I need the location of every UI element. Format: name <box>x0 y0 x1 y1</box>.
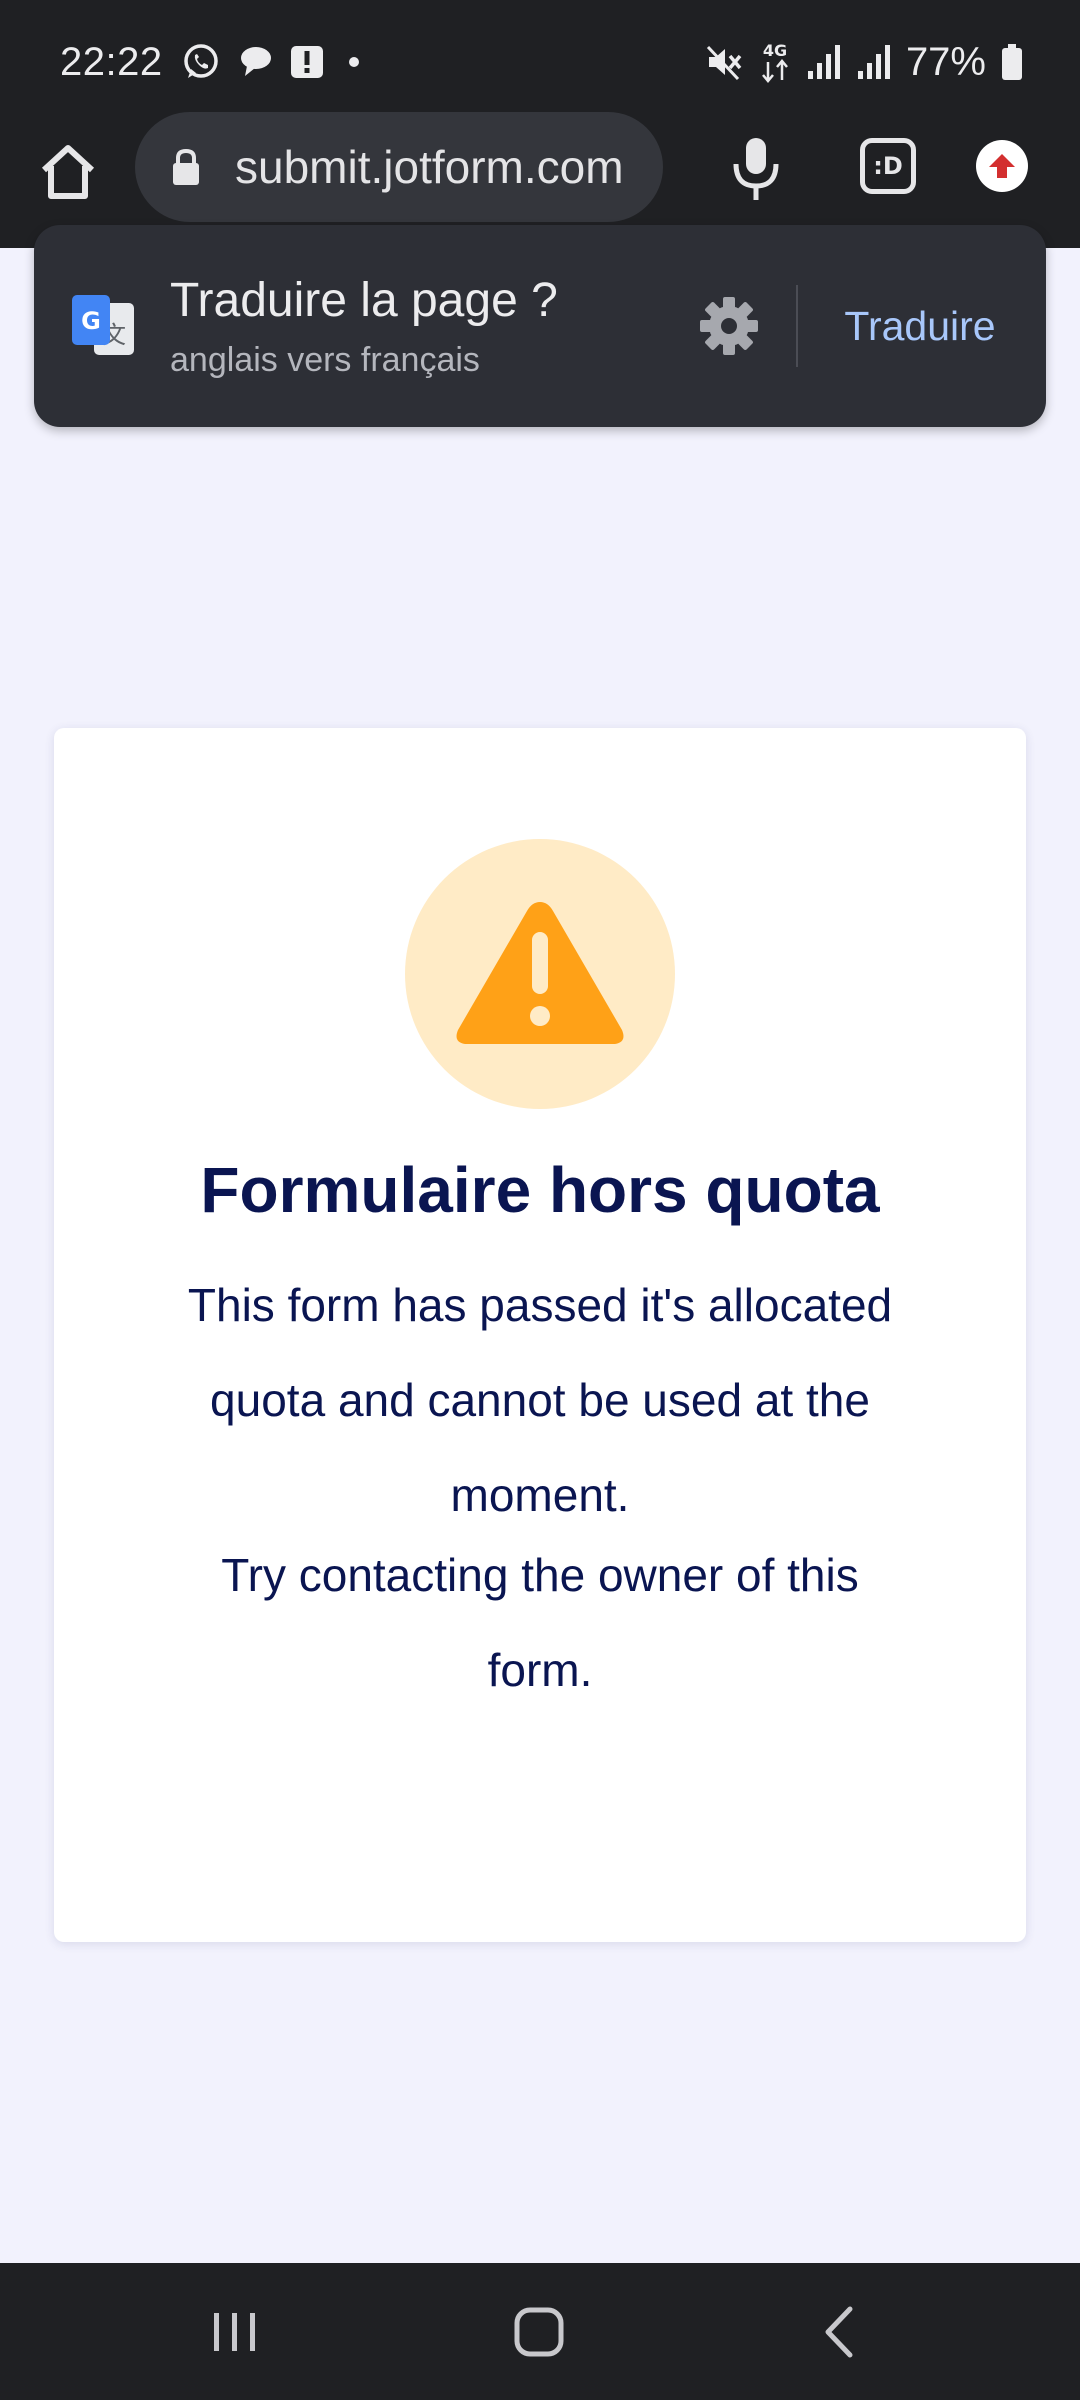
recent-apps-button[interactable] <box>200 2297 270 2367</box>
battery-icon <box>1000 42 1024 82</box>
chat-bubble-icon <box>235 42 275 82</box>
alert-icon <box>289 44 325 80</box>
translate-settings-button[interactable] <box>698 295 760 357</box>
signal-icon <box>856 43 892 81</box>
network-4g-icon: 4G <box>758 40 792 84</box>
update-arrow-icon <box>989 154 1015 178</box>
translate-title: Traduire la page ? <box>170 274 558 327</box>
status-time: 22:22 <box>60 39 163 84</box>
home-button[interactable] <box>36 140 100 204</box>
lock-icon <box>173 148 199 185</box>
back-icon <box>825 2306 853 2358</box>
status-left-group: 22:22 <box>60 34 369 90</box>
warning-badge <box>405 839 675 1109</box>
home-icon <box>41 145 95 199</box>
microphone-icon <box>733 138 779 200</box>
status-bar: 22:22 4G 77% <box>0 0 1080 112</box>
signal-icon <box>806 43 842 81</box>
url-text: submit.jotform.com <box>235 141 624 193</box>
svg-text:G: G <box>81 307 101 335</box>
recent-apps-icon <box>214 2313 255 2351</box>
update-button[interactable] <box>976 140 1028 192</box>
translate-prompt: 文 G Traduire la page ? anglais vers fran… <box>34 225 1046 427</box>
status-right-group: 4G 77% <box>704 34 1024 90</box>
error-hint: Try contacting the owner of this form. <box>221 1549 859 1696</box>
warning-icon <box>456 902 624 1044</box>
network-label: 4G <box>763 41 787 60</box>
back-button[interactable] <box>806 2297 876 2367</box>
tab-switcher-button[interactable]: :D <box>860 138 916 194</box>
divider <box>796 285 798 367</box>
dot-icon <box>339 47 369 77</box>
mute-icon <box>704 42 744 82</box>
home-nav-button[interactable] <box>504 2297 574 2367</box>
gear-icon <box>700 297 758 355</box>
address-bar[interactable]: submit.jotform.com <box>135 112 663 222</box>
whatsapp-icon <box>181 42 221 82</box>
home-nav-icon <box>514 2307 564 2357</box>
error-title: Formulaire hors quota <box>200 1154 880 1226</box>
translate-subtitle: anglais vers français <box>170 341 480 379</box>
tabs-label: :D <box>873 152 903 180</box>
error-message: This form has passed it's allocated quot… <box>187 1279 893 1521</box>
error-card: Formulaire hors quota This form has pass… <box>54 728 1026 1942</box>
voice-search-button[interactable] <box>728 134 784 204</box>
navigation-bar <box>0 2263 1080 2400</box>
google-translate-icon: 文 G <box>72 295 134 355</box>
battery-percent: 77% <box>905 39 986 84</box>
translate-button[interactable]: Traduire <box>810 285 1030 367</box>
